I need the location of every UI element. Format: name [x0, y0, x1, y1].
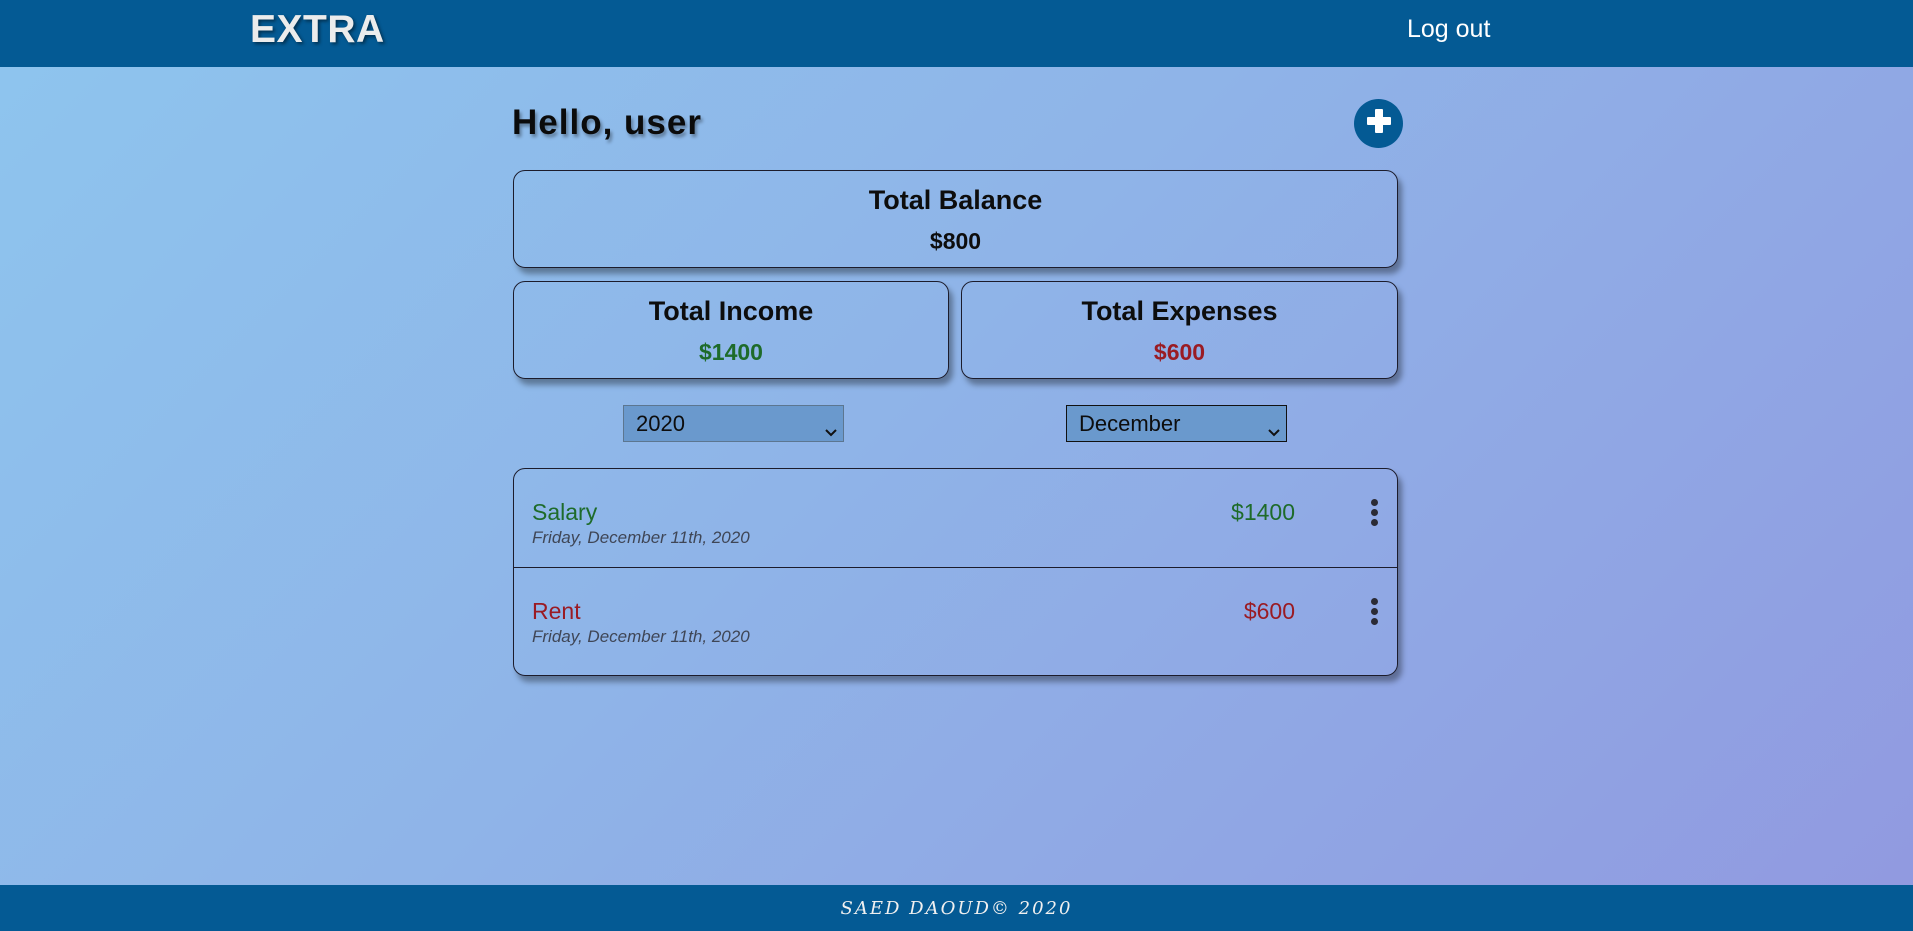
- chevron-down-icon: [1268, 418, 1280, 444]
- more-vertical-icon[interactable]: [1369, 598, 1379, 626]
- navbar: EXTRA Log out: [0, 0, 1913, 67]
- month-select-value: December: [1079, 411, 1181, 436]
- greeting-title: Hello, user: [512, 103, 702, 142]
- total-balance-card: Total Balance $800: [513, 170, 1398, 268]
- year-select-value: 2020: [636, 411, 685, 436]
- add-transaction-button[interactable]: [1354, 99, 1403, 148]
- more-vertical-icon[interactable]: [1369, 499, 1379, 527]
- month-select[interactable]: December: [1066, 405, 1287, 442]
- transaction-amount: $600: [1243, 598, 1295, 624]
- transaction-list: Salary Friday, December 11th, 2020 $1400…: [513, 468, 1398, 676]
- total-income-value: $1400: [699, 339, 763, 365]
- total-expenses-card: Total Expenses $600: [961, 281, 1398, 379]
- plus-icon: [1364, 106, 1394, 141]
- transaction-row[interactable]: Rent Friday, December 11th, 2020 $600: [514, 567, 1397, 665]
- transaction-name: Rent: [532, 598, 581, 624]
- year-select[interactable]: 2020: [623, 405, 844, 442]
- total-balance-title: Total Balance: [868, 185, 1043, 215]
- total-expenses-value: $600: [1153, 339, 1206, 365]
- total-income-card: Total Income $1400: [513, 281, 949, 379]
- chevron-down-icon: [825, 418, 837, 444]
- transaction-row[interactable]: Salary Friday, December 11th, 2020 $1400: [514, 469, 1397, 567]
- logout-link[interactable]: Log out: [1407, 15, 1490, 44]
- footer: SAED DAOUD© 2020: [0, 885, 1913, 931]
- total-expenses-title: Total Expenses: [1081, 296, 1278, 326]
- transaction-name: Salary: [532, 499, 598, 525]
- footer-copyright: SAED DAOUD© 2020: [840, 898, 1073, 919]
- transaction-date: Friday, December 11th, 2020: [532, 528, 750, 547]
- total-balance-value: $800: [929, 228, 982, 254]
- brand-logo[interactable]: EXTRA: [250, 8, 385, 52]
- transaction-date: Friday, December 11th, 2020: [532, 627, 750, 646]
- transaction-amount: $1400: [1231, 499, 1295, 525]
- total-income-title: Total Income: [648, 296, 814, 326]
